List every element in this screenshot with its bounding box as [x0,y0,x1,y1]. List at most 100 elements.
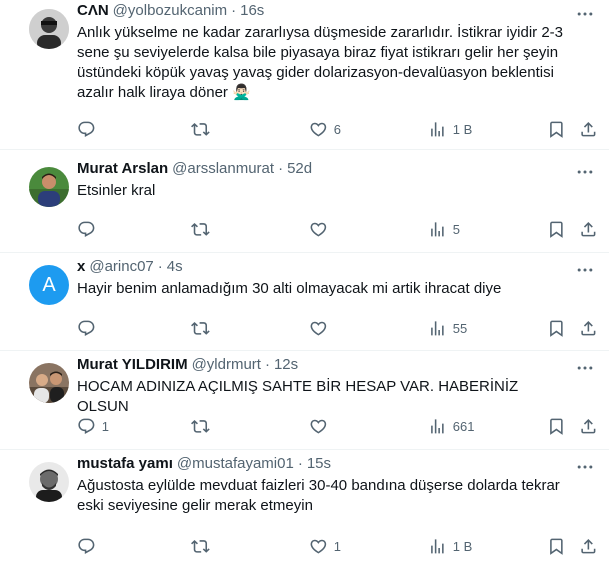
like-button[interactable] [309,219,334,239]
bookmark-button[interactable] [547,318,566,338]
bookmark-button[interactable] [547,416,566,436]
like-button[interactable]: 1 [309,536,341,556]
reply-button[interactable] [77,536,102,556]
display-name[interactable]: mustafa yamı [77,455,173,472]
bookmark-icon [550,418,563,435]
like-button[interactable]: 6 [309,119,341,139]
retweet-button[interactable] [191,416,216,436]
reply-icon [78,418,95,434]
like-button[interactable] [309,416,334,436]
user-handle[interactable]: @mustafayami01 [177,455,294,472]
share-icon [581,121,596,137]
share-button[interactable] [579,318,598,338]
tweet-text: Etsinler kral [77,182,156,199]
like-button[interactable] [309,318,334,338]
views-button[interactable]: 1 B [428,119,472,139]
bookmark-button[interactable] [547,536,566,556]
more-icon [577,170,593,174]
bookmark-button[interactable] [547,119,566,139]
like-icon [310,321,327,336]
user-handle[interactable]: @yolbozukcanim [113,2,227,19]
more-icon [577,465,593,469]
more-icon [577,12,593,16]
views-icon [431,221,444,237]
views-button[interactable]: 1 B [428,536,472,556]
avatar[interactable] [29,363,69,403]
user-handle[interactable]: @arinc07 [89,258,153,275]
views-button[interactable]: 55 [428,318,467,338]
reply-icon [78,121,95,137]
more-options-button[interactable] [575,162,595,182]
display-name[interactable]: x [77,258,85,275]
reply-count: 1 [101,418,109,434]
tweet[interactable]: A x @arinc07 · 4s Hayir benim anlamadığım 3… [0,253,609,351]
display-name[interactable]: Murat YILDIRIM [77,356,188,373]
retweet-icon [191,539,210,553]
views-icon [431,320,444,336]
user-handle[interactable]: @arsslanmurat [172,160,274,177]
retweet-button[interactable] [191,119,216,139]
views-count: 55 [452,320,468,336]
retweet-icon [191,222,210,236]
tweet-text: HOCAM ADINIZA AÇILMIŞ SAHTE BİR HESAP VA… [77,378,519,415]
more-options-button[interactable] [575,358,595,378]
separator-dot: · [157,258,163,275]
views-button[interactable]: 5 [428,219,460,239]
user-handle[interactable]: @yldrmurt [192,356,261,373]
like-icon [310,222,327,237]
views-icon [431,538,444,554]
retweet-button[interactable] [191,318,216,338]
bookmark-button[interactable] [547,219,566,239]
reply-button[interactable] [77,219,102,239]
tweet-text: Anlık yükselme ne kadar zararlıysa düşme… [77,24,564,101]
views-button[interactable]: 661 [428,416,474,436]
reply-button[interactable]: 1 [77,416,109,436]
reply-button[interactable] [77,119,102,139]
timestamp[interactable]: 15s [307,455,331,472]
tweet[interactable]: Murat YILDIRIM @yldrmurt · 12s HOCAM ADINIZ… [0,351,609,450]
share-button[interactable] [579,119,598,139]
avatar-letter: A [42,273,56,296]
tweet[interactable]: CΛN @yolbozukcanim · 16s Anlık yükselme ne … [0,0,609,150]
display-name[interactable]: Murat Arslan [77,160,168,177]
tweet-text: Hayir benim anlamadığım 30 alti olmayaca… [77,280,502,297]
views-count: 661 [452,418,475,434]
like-icon [310,539,327,554]
bookmark-icon [550,121,563,138]
retweet-icon [191,321,210,335]
tweet[interactable]: Murat Arslan @arsslanmurat · 52d Etsinler k… [0,155,609,253]
share-button[interactable] [579,219,598,239]
timestamp[interactable]: 52d [287,160,312,177]
display-name[interactable]: CΛN [77,2,109,19]
retweet-button[interactable] [191,536,216,556]
more-options-button[interactable] [575,260,595,280]
views-count: 5 [452,221,460,237]
separator-dot: · [278,160,284,177]
reply-button[interactable] [77,318,102,338]
share-button[interactable] [579,536,598,556]
share-icon [581,320,596,336]
avatar[interactable] [29,462,69,502]
retweet-icon [191,122,210,136]
timestamp[interactable]: 4s [167,258,183,275]
avatar[interactable] [29,167,69,207]
retweet-button[interactable] [191,219,216,239]
share-button[interactable] [579,416,598,436]
share-icon [581,418,596,434]
more-options-button[interactable] [575,4,595,24]
separator-dot: · [264,356,270,373]
more-options-button[interactable] [575,457,595,477]
tweet[interactable]: mustafa yamı @mustafayami01 · 15s Ağustosta… [0,450,609,573]
bookmark-icon [550,221,563,238]
views-count: 1 B [452,538,473,554]
avatar[interactable]: A [29,265,69,305]
avatar[interactable] [29,9,69,49]
timestamp[interactable]: 12s [274,356,298,373]
more-icon [577,268,593,272]
share-icon [581,221,596,237]
timestamp[interactable]: 16s [240,2,264,19]
bookmark-icon [550,320,563,337]
like-count: 1 [333,538,341,554]
separator-dot: · [297,455,303,472]
retweet-icon [191,419,210,433]
